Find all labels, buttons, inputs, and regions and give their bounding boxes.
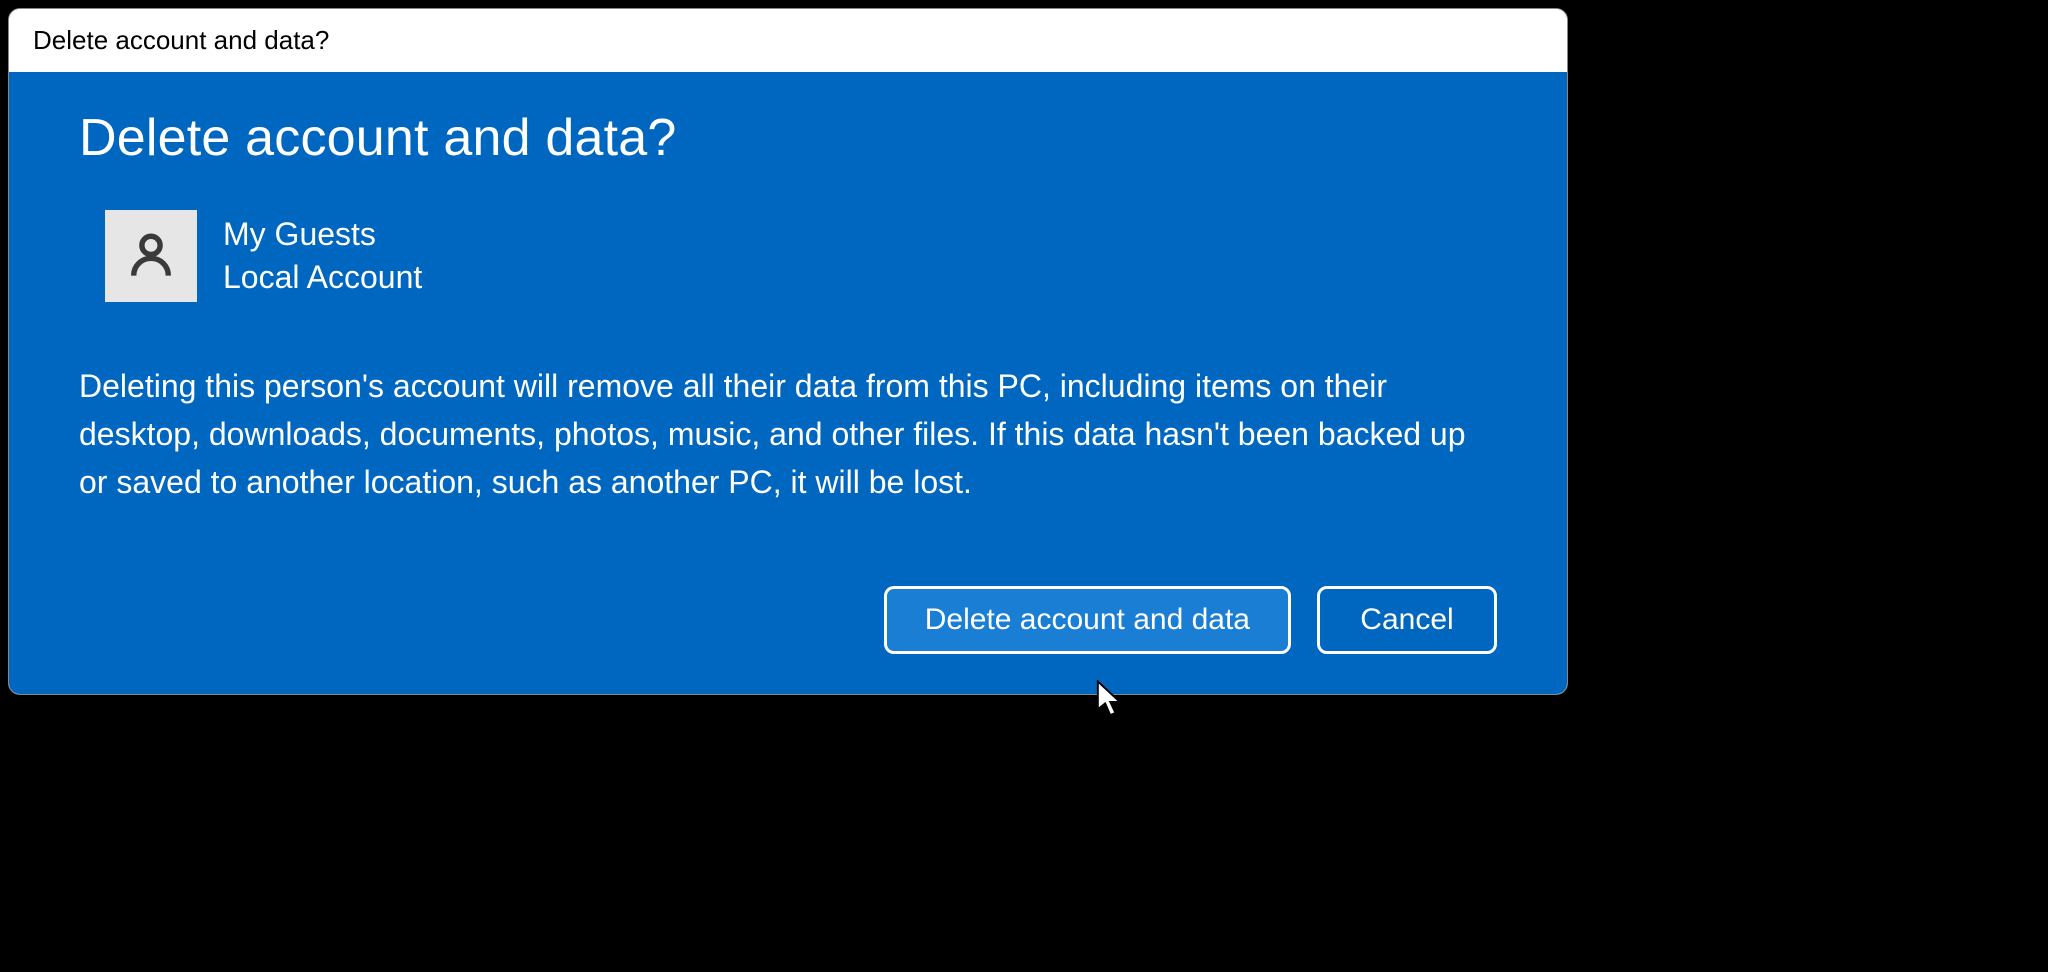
account-name: My Guests [223, 213, 422, 256]
dialog-titlebar: Delete account and data? [9, 9, 1567, 72]
warning-text: Deleting this person's account will remo… [79, 362, 1497, 506]
delete-account-dialog: Delete account and data? Delete account … [8, 8, 1568, 695]
titlebar-text: Delete account and data? [33, 25, 329, 55]
delete-account-button[interactable]: Delete account and data [884, 586, 1291, 654]
account-type: Local Account [223, 256, 422, 299]
dialog-heading: Delete account and data? [79, 108, 1497, 168]
user-icon [125, 228, 177, 285]
avatar [105, 210, 197, 302]
dialog-content: Delete account and data? My Guests Local… [9, 72, 1567, 694]
account-text: My Guests Local Account [223, 213, 422, 299]
cancel-button[interactable]: Cancel [1317, 586, 1497, 654]
button-row: Delete account and data Cancel [79, 586, 1497, 654]
account-info-row: My Guests Local Account [105, 210, 1497, 302]
